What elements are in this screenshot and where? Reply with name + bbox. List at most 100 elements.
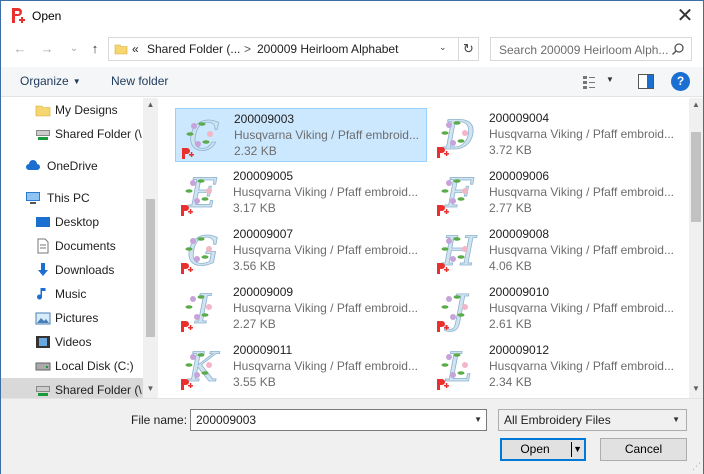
sidebar-item-shared-folder[interactable]: Shared Folder (\ bbox=[1, 122, 143, 146]
up-button[interactable]: ↑ bbox=[86, 39, 104, 59]
organize-label: Organize bbox=[20, 74, 69, 88]
folder-icon bbox=[35, 105, 51, 117]
close-icon: ✕ bbox=[676, 5, 694, 27]
file-name-value[interactable]: 200009003 bbox=[196, 413, 256, 427]
title-bar: Open ✕ bbox=[1, 1, 703, 31]
sidebar-item-label: Downloads bbox=[55, 263, 115, 277]
file-item[interactable]: L 200009012 Husqvarna Viking / Pfaff embro… bbox=[431, 340, 683, 394]
organize-button[interactable]: Organize ▼ bbox=[20, 74, 81, 88]
navigation-pane: My Designs Shared Folder (\ OneDrive Thi… bbox=[1, 98, 158, 398]
app-icon bbox=[12, 8, 25, 23]
file-item[interactable]: H 200009008 Husqvarna Viking / Pfaff embro… bbox=[431, 224, 683, 278]
preview-pane-icon[interactable] bbox=[638, 74, 654, 89]
file-name: 200009005 bbox=[233, 169, 294, 183]
file-item[interactable]: E 200009005 Husqvarna Viking / Pfaff embro… bbox=[175, 166, 427, 220]
embroidery-thumbnail-icon: C bbox=[182, 114, 220, 160]
forward-button[interactable]: → bbox=[38, 39, 56, 59]
sidebar-scrollbar[interactable]: ▲ ▼ bbox=[143, 98, 158, 398]
documents-icon bbox=[37, 238, 49, 254]
file-name-input[interactable]: 200009003 ▼ bbox=[190, 409, 487, 431]
thumbnail-letter: G bbox=[187, 229, 219, 275]
address-dropdown-icon[interactable]: ⌄ bbox=[439, 42, 451, 53]
sidebar-item-this-pc[interactable]: This PC bbox=[1, 186, 143, 210]
address-overflow[interactable]: « bbox=[132, 42, 139, 56]
file-size: 4.06 KB bbox=[489, 259, 532, 273]
sidebar-item-label: Pictures bbox=[55, 311, 99, 325]
file-item[interactable]: I 200009009 Husqvarna Viking / Pfaff embro… bbox=[175, 282, 427, 336]
file-size: 2.27 KB bbox=[233, 317, 276, 331]
refresh-icon: ↻ bbox=[463, 41, 474, 56]
resize-grip[interactable]: ⋰ bbox=[692, 461, 701, 472]
chevron-down-icon: ▼ bbox=[72, 77, 81, 86]
sidebar-item-downloads[interactable]: Downloads bbox=[1, 258, 143, 282]
sidebar-item-label: Shared Folder (\ bbox=[55, 127, 142, 141]
sidebar-item-shared-folder[interactable]: Shared Folder (\ bbox=[1, 378, 143, 398]
file-size: 2.32 KB bbox=[234, 144, 277, 158]
back-button[interactable]: ← bbox=[11, 39, 29, 59]
file-type: Husqvarna Viking / Pfaff embroid... bbox=[489, 359, 674, 373]
file-list-scroll-thumb[interactable] bbox=[691, 132, 701, 222]
sidebar-item-my-designs[interactable]: My Designs bbox=[1, 98, 143, 122]
scroll-down-icon[interactable]: ▼ bbox=[690, 384, 702, 393]
sidebar-item-pictures[interactable]: Pictures bbox=[1, 306, 143, 330]
file-item[interactable]: F 200009006 Husqvarna Viking / Pfaff embro… bbox=[431, 166, 683, 220]
file-item[interactable]: D 200009004 Husqvarna Viking / Pfaff embro… bbox=[431, 108, 683, 162]
sidebar-item-music[interactable]: Music bbox=[1, 282, 143, 306]
file-type: Husqvarna Viking / Pfaff embroid... bbox=[489, 127, 674, 141]
chevron-down-icon[interactable]: ▼ bbox=[474, 415, 482, 424]
scroll-up-icon[interactable]: ▲ bbox=[690, 100, 702, 109]
file-type: Husqvarna Viking / Pfaff embroid... bbox=[233, 243, 418, 257]
address-bar[interactable]: « Shared Folder (... > 200009 Heirloom A… bbox=[108, 37, 459, 61]
window-title: Open bbox=[32, 9, 62, 23]
open-button[interactable]: Open ▼ bbox=[500, 438, 586, 461]
file-name-label: File name: bbox=[131, 413, 188, 427]
sidebar-item-desktop[interactable]: Desktop bbox=[1, 210, 143, 234]
sidebar-item-label: Shared Folder (\ bbox=[55, 383, 142, 397]
change-view-icon[interactable] bbox=[582, 75, 596, 89]
breadcrumb-shared-folder[interactable]: Shared Folder (... bbox=[147, 42, 240, 56]
file-type: Husqvarna Viking / Pfaff embroid... bbox=[234, 128, 419, 142]
cancel-button[interactable]: Cancel bbox=[600, 438, 687, 461]
file-name: 200009010 bbox=[489, 285, 550, 299]
sidebar-item-videos[interactable]: Videos bbox=[1, 330, 143, 354]
scroll-down-icon[interactable]: ▼ bbox=[145, 384, 156, 393]
sidebar-item-label: OneDrive bbox=[47, 159, 98, 173]
local-disk-icon bbox=[35, 362, 51, 371]
thumbnail-letter: C bbox=[189, 114, 220, 160]
refresh-button[interactable]: ↻ bbox=[459, 37, 479, 61]
file-size: 2.34 KB bbox=[489, 375, 532, 389]
file-item[interactable]: K 200009011 Husqvarna Viking / Pfaff embro… bbox=[175, 340, 427, 394]
close-button[interactable]: ✕ bbox=[673, 3, 697, 29]
file-item[interactable]: C 200009003 Husqvarna Viking / Pfaff embro… bbox=[175, 108, 427, 162]
embroidery-thumbnail-icon: E bbox=[181, 171, 218, 217]
sidebar-item-documents[interactable]: Documents bbox=[1, 234, 143, 258]
sidebar-item-local-disk[interactable]: Local Disk (C:) bbox=[1, 354, 143, 378]
file-size: 2.77 KB bbox=[489, 201, 532, 215]
new-folder-button[interactable]: New folder bbox=[111, 74, 168, 88]
scroll-up-icon[interactable]: ▲ bbox=[145, 100, 156, 109]
sidebar-scroll-thumb[interactable] bbox=[146, 199, 155, 337]
file-list-scrollbar[interactable]: ▲ ▼ bbox=[689, 98, 703, 398]
downloads-icon bbox=[38, 263, 48, 276]
embroidery-thumbnail-icon: H bbox=[437, 229, 478, 275]
desktop-icon bbox=[36, 217, 50, 227]
search-box[interactable]: Search 200009 Heirloom Alph... bbox=[490, 37, 692, 61]
embroidery-thumbnail-icon: G bbox=[181, 229, 219, 275]
pictures-icon bbox=[35, 312, 51, 325]
file-name: 200009007 bbox=[233, 227, 294, 241]
breadcrumb-current-folder[interactable]: 200009 Heirloom Alphabet bbox=[257, 42, 398, 56]
view-options-dropdown-icon[interactable]: ▼ bbox=[606, 75, 614, 84]
network-drive-icon bbox=[36, 386, 50, 396]
sidebar-item-label: Local Disk (C:) bbox=[55, 359, 134, 373]
file-item[interactable]: G 200009007 Husqvarna Viking / Pfaff embro… bbox=[175, 224, 427, 278]
folder-icon bbox=[114, 44, 128, 55]
sidebar-item-onedrive[interactable]: OneDrive bbox=[1, 154, 143, 178]
file-item[interactable]: J 200009010 Husqvarna Viking / Pfaff embro… bbox=[431, 282, 683, 336]
help-button[interactable]: ? bbox=[671, 72, 690, 91]
thumbnail-letter: F bbox=[444, 171, 474, 217]
chevron-down-icon[interactable]: ▼ bbox=[573, 440, 582, 459]
recent-locations-button[interactable]: ⌄ bbox=[65, 39, 83, 59]
file-name: 200009004 bbox=[489, 111, 550, 125]
file-type-select[interactable]: All Embroidery Files ▼ bbox=[498, 409, 687, 431]
thumbnail-letter: E bbox=[187, 171, 217, 217]
